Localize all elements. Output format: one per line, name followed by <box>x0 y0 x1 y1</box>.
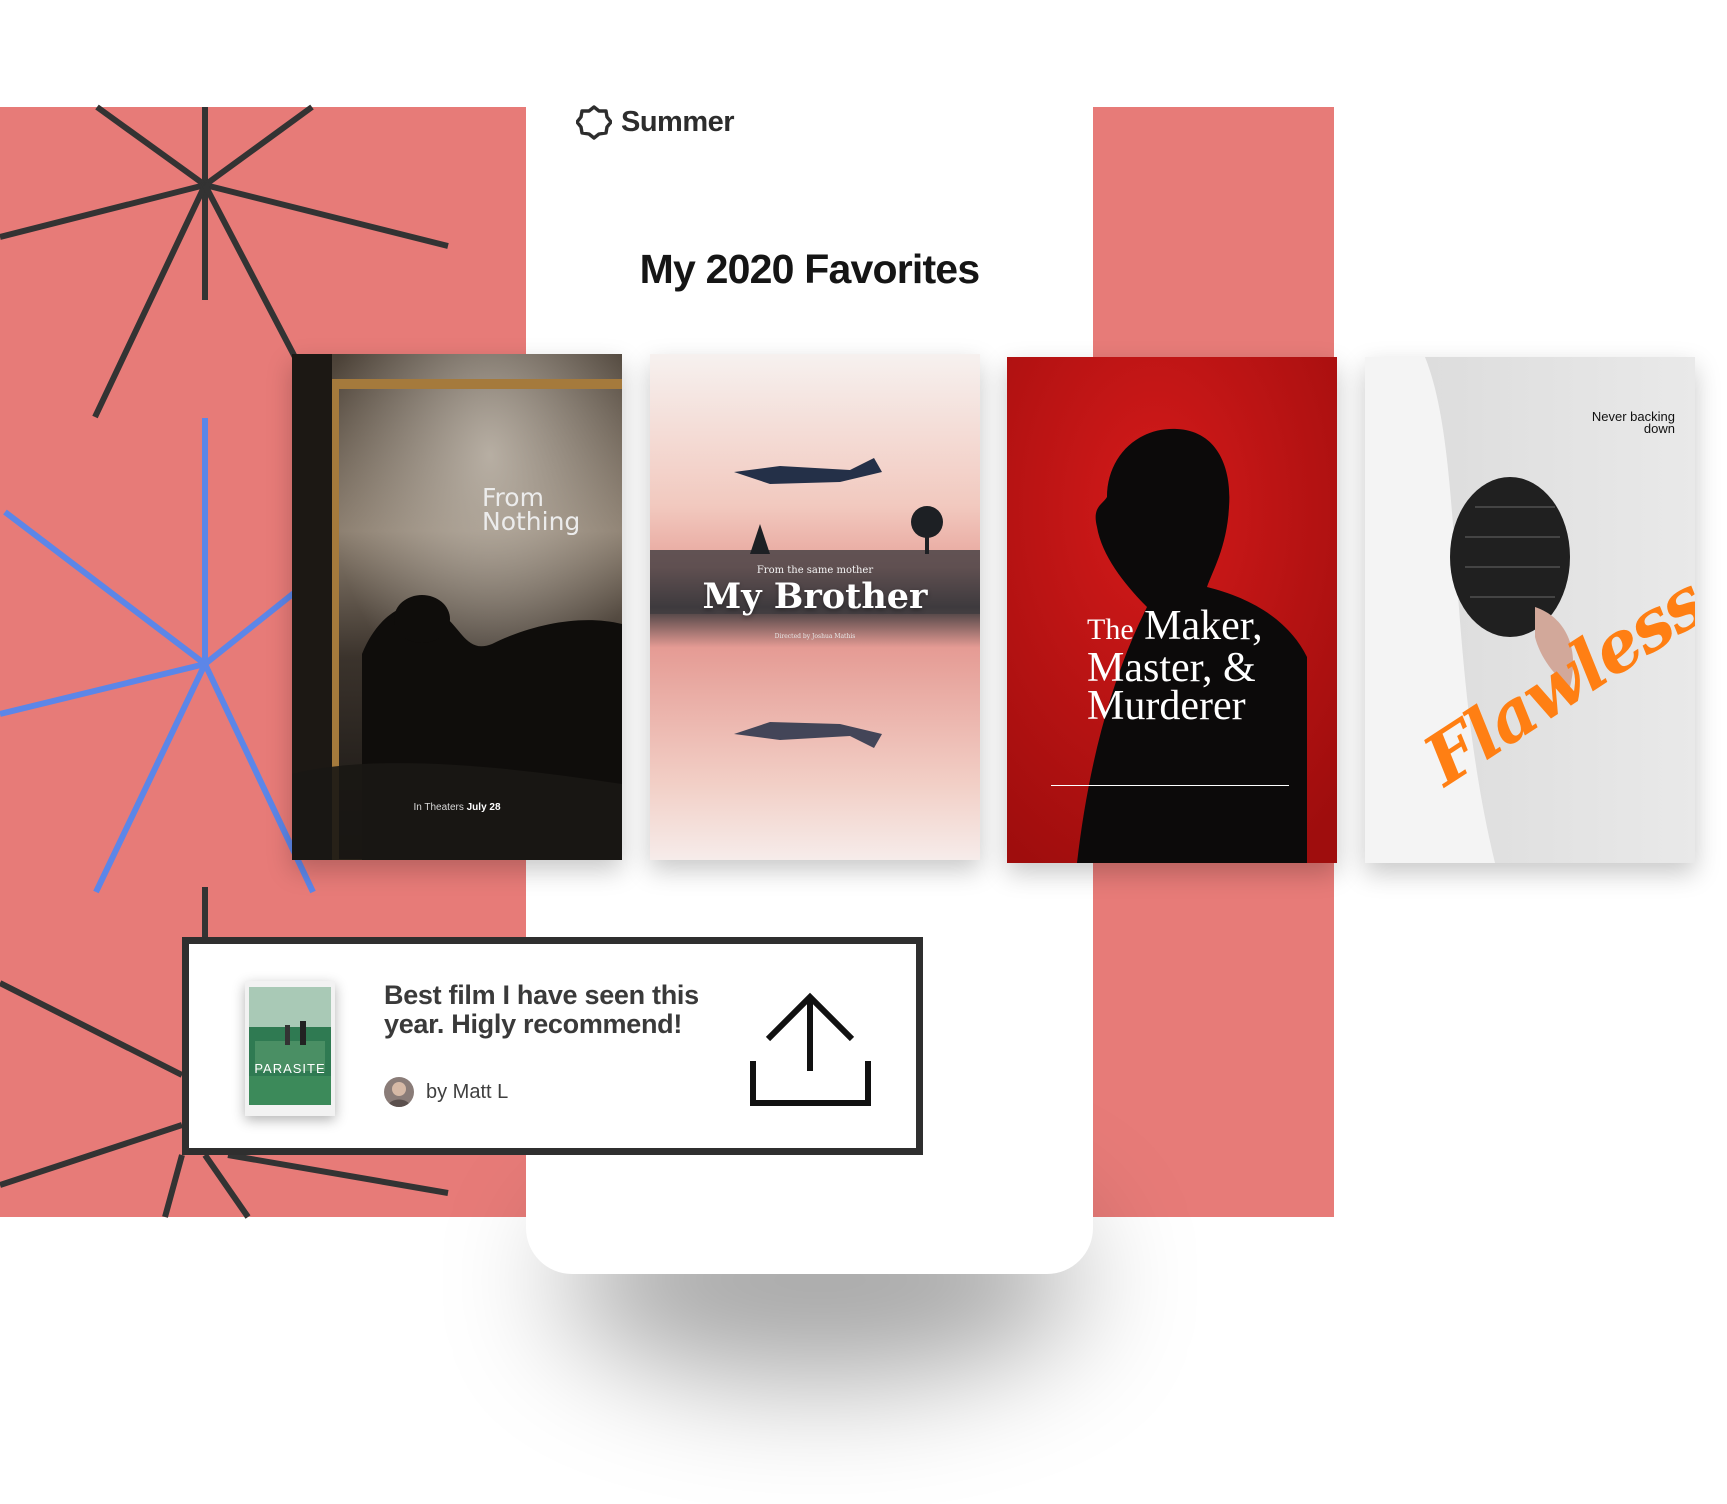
app-brand[interactable]: Summer <box>576 104 735 140</box>
avatar[interactable] <box>384 1077 414 1107</box>
poster-flawless[interactable]: Never backing down Flawless <box>1365 357 1695 863</box>
blue-star-middle <box>0 418 316 894</box>
poster-from-nothing[interactable]: From Nothing In Theaters July 28 <box>292 354 622 860</box>
app-name: Summer <box>621 105 735 138</box>
poster-divider <box>1051 785 1289 786</box>
film-title: PARASITE <box>254 1061 326 1076</box>
page-title: My 2020 Favorites <box>639 246 980 292</box>
poster-title: The Maker, Master, & Murderer <box>1087 605 1317 727</box>
share-button[interactable] <box>750 989 882 1111</box>
poster-release: In Theaters July 28 <box>292 802 622 813</box>
review-text: Best film I have seen this year. Higly r… <box>384 980 699 1039</box>
share-icon <box>750 992 871 1106</box>
author-name: by Matt L <box>426 1080 509 1103</box>
release-date: July 28 <box>466 802 501 813</box>
poster-maker-master-murderer[interactable]: The Maker, Master, & Murderer <box>1007 357 1337 863</box>
avatar-image <box>384 1077 414 1107</box>
poster-credit: Directed by Joshua Mathis <box>774 633 856 640</box>
review-film-thumbnail[interactable]: PARASITE <box>245 981 335 1116</box>
poster-my-brother[interactable]: From the same mother My Brother Directed… <box>650 354 980 860</box>
poster-tagline: Never backing down <box>1591 409 1675 436</box>
review-author[interactable]: by Matt L <box>384 1077 508 1107</box>
poster-artwork <box>292 354 622 860</box>
film-poster-thumbnail <box>245 981 335 1116</box>
flower-logo-icon <box>576 105 612 140</box>
poster-title: My Brother <box>702 576 928 617</box>
poster-title: From Nothing <box>482 483 581 536</box>
release-prefix: In Theaters <box>413 802 464 813</box>
poster-tagline: From the same mother <box>756 565 874 576</box>
title-prefix: The <box>1087 613 1134 646</box>
review-card[interactable]: PARASITE Best film I have seen this year… <box>182 937 923 1155</box>
